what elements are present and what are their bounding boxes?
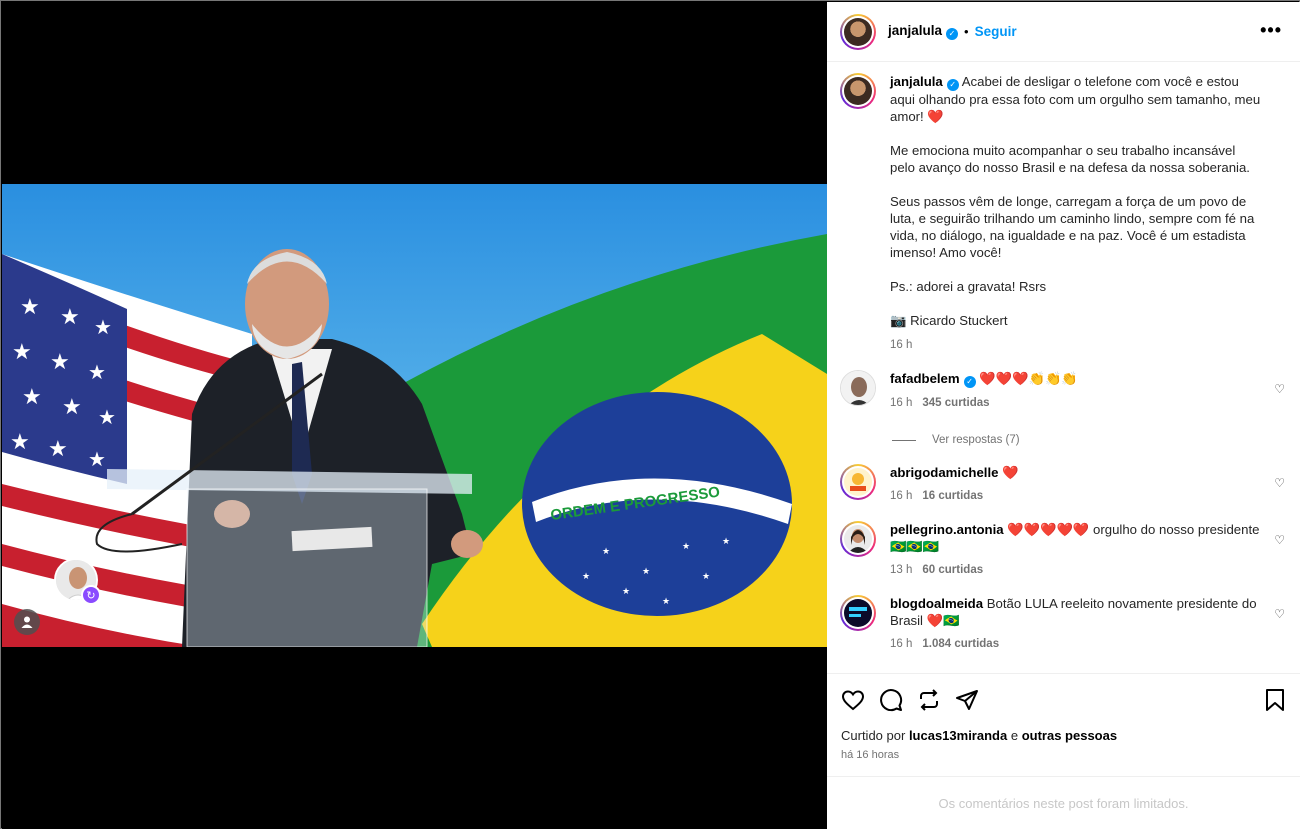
photo-credit: 📷 Ricardo Stuckert <box>890 313 1008 328</box>
comment-like-icon[interactable]: ♡ <box>1274 607 1285 621</box>
comment-item: blogdoalmeida Botão LULA reeleito novame… <box>840 595 1288 653</box>
comment-text: ❤️❤️❤️👏👏👏 <box>979 371 1078 386</box>
comment-meta: 13 h 60 curtidas <box>890 562 1262 579</box>
comments-limited-notice: Os comentários neste post foram limitado… <box>938 795 1189 811</box>
svg-text:★: ★ <box>22 384 42 409</box>
comment-meta: 16 h 1.084 curtidas <box>890 636 1262 653</box>
comment-likes[interactable]: 345 curtidas <box>922 397 989 409</box>
comment-likes[interactable]: 60 curtidas <box>922 564 983 576</box>
comment-avatar[interactable] <box>840 464 876 500</box>
caption: janjalula ✓ Acabei de desligar o telefone… <box>840 73 1288 354</box>
svg-text:★: ★ <box>722 536 730 546</box>
user-tag-icon[interactable] <box>14 609 40 635</box>
caption-paragraph-2: Me emociona muito acompanhar o seu traba… <box>890 143 1250 175</box>
post-side-panel: janjalula ✓ • Seguir ••• janjalula ✓ Acabe… <box>827 2 1300 829</box>
comment-meta: 16 h 345 curtidas <box>890 395 1262 412</box>
post-window: ★ ★ ★ ★ ★ ★ ★ ★ ★ ★ ★ ★ ORDEM E PROGRESSO <box>0 0 1300 829</box>
verified-icon: ✓ <box>946 28 959 40</box>
author-username[interactable]: janjalula ✓ <box>888 23 959 40</box>
caption-avatar[interactable] <box>840 73 876 109</box>
media-pane: ★ ★ ★ ★ ★ ★ ★ ★ ★ ★ ★ ★ ORDEM E PROGRESSO <box>2 2 827 829</box>
heart-icon[interactable] <box>841 688 865 712</box>
svg-text:★: ★ <box>20 294 40 319</box>
svg-text:★: ★ <box>60 304 80 329</box>
caption-time[interactable]: 16 h <box>890 337 1262 354</box>
svg-text:★: ★ <box>94 317 112 339</box>
svg-text:★: ★ <box>48 436 68 461</box>
action-bar: Curtido por lucas13miranda e outras pess… <box>827 673 1300 777</box>
comment-likes[interactable]: 1.084 curtidas <box>922 638 999 650</box>
comment-time[interactable]: 16 h <box>890 490 912 502</box>
comment-icon[interactable] <box>879 688 903 712</box>
caption-paragraph-3: Seus passos vêm de longe, carregam a for… <box>890 194 1255 260</box>
comments-list: janjalula ✓ Acabei de desligar o telefone… <box>827 63 1300 673</box>
comment-time[interactable]: 16 h <box>890 638 912 650</box>
svg-text:★: ★ <box>88 449 106 471</box>
comment-username[interactable]: pellegrino.antonia <box>890 522 1004 537</box>
bookmark-icon[interactable] <box>1264 688 1286 712</box>
caption-paragraph-1: Acabei de desligar o telefone com você e… <box>890 74 1261 124</box>
liked-by-text: Curtido por lucas13miranda e outras pess… <box>841 728 1118 743</box>
post-photo: ★ ★ ★ ★ ★ ★ ★ ★ ★ ★ ★ ★ ORDEM E PROGRESSO <box>2 184 827 647</box>
comment-item: fafadbelem ✓ ❤️❤️❤️👏👏👏 16 h 345 curtidas ♡ <box>840 370 1288 412</box>
comment-likes[interactable]: 16 curtidas <box>922 490 983 502</box>
liked-by-others[interactable]: outras pessoas <box>1022 728 1117 743</box>
comment-avatar[interactable] <box>840 595 876 631</box>
svg-text:★: ★ <box>602 546 610 556</box>
share-icon[interactable] <box>955 688 979 712</box>
separator-dot: • <box>964 24 969 39</box>
more-options-icon[interactable]: ••• <box>1260 20 1282 41</box>
comment-item: abrigodamichelle ❤️ 16 h 16 curtidas ♡ <box>840 464 1288 505</box>
svg-text:★: ★ <box>12 339 32 364</box>
comment-text: ❤️ <box>1002 465 1019 480</box>
follow-button[interactable]: Seguir <box>975 24 1017 39</box>
author-avatar[interactable] <box>840 13 876 50</box>
collab-icon: ↻ <box>81 585 101 605</box>
svg-text:★: ★ <box>622 586 630 596</box>
caption-paragraph-4: Ps.: adorei a gravata! Rsrs <box>890 279 1047 294</box>
svg-text:★: ★ <box>10 429 30 454</box>
comment-like-icon[interactable]: ♡ <box>1274 382 1285 396</box>
comment-username[interactable]: fafadbelem <box>890 371 960 386</box>
comment-time[interactable]: 16 h <box>890 397 912 409</box>
comment-like-icon[interactable]: ♡ <box>1274 476 1285 490</box>
caption-username[interactable]: janjalula <box>890 74 943 89</box>
comment-username[interactable]: blogdoalmeida <box>890 596 983 611</box>
post-header: janjalula ✓ • Seguir ••• <box>827 2 1300 62</box>
comment-avatar[interactable] <box>840 370 876 406</box>
comment-meta: 16 h 16 curtidas <box>890 488 1262 505</box>
svg-text:★: ★ <box>702 571 710 581</box>
post-time[interactable]: há 16 horas <box>841 749 1286 761</box>
svg-text:★: ★ <box>62 394 82 419</box>
svg-text:★: ★ <box>50 349 70 374</box>
replies-line <box>892 439 916 441</box>
svg-text:★: ★ <box>682 541 690 551</box>
svg-text:★: ★ <box>98 407 116 429</box>
svg-text:★: ★ <box>642 566 650 576</box>
comment-username[interactable]: abrigodamichelle <box>890 465 998 480</box>
view-replies-button[interactable]: Ver respostas (7) <box>892 434 1288 446</box>
comment-avatar[interactable] <box>840 521 876 557</box>
verified-icon: ✓ <box>946 79 959 91</box>
comment-like-icon[interactable]: ♡ <box>1274 533 1285 547</box>
comment-item: pellegrino.antonia ❤️❤️❤️❤️❤️ orgulho do… <box>840 521 1288 579</box>
svg-text:★: ★ <box>662 596 670 606</box>
repost-icon[interactable] <box>917 688 941 712</box>
verified-icon: ✓ <box>963 376 976 388</box>
svg-text:★: ★ <box>88 362 106 384</box>
comment-time[interactable]: 13 h <box>890 564 912 576</box>
liked-by-user[interactable]: lucas13miranda <box>909 728 1007 743</box>
svg-text:★: ★ <box>582 571 590 581</box>
